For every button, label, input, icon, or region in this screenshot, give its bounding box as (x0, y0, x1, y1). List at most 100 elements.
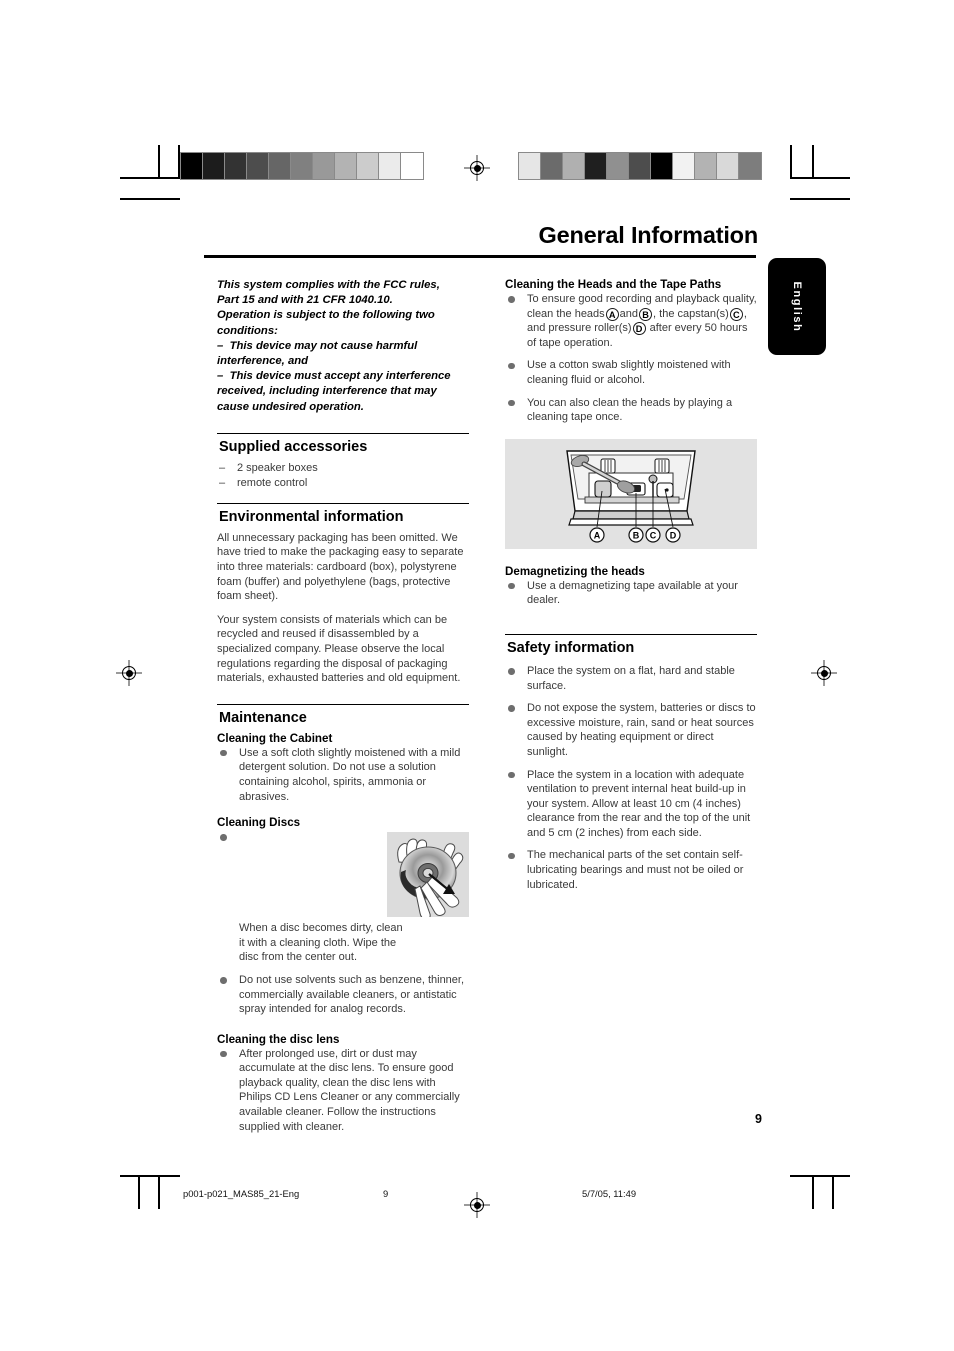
bullet-icon (220, 1050, 227, 1058)
bullet-icon (220, 749, 227, 757)
list-item: To ensure good recording and playback qu… (505, 292, 757, 350)
fcc-line-2: Part 15 and with 21 CFR 1040.10. (217, 294, 393, 307)
svg-text:B: B (633, 530, 640, 540)
cleaning-heads-list: To ensure good recording and playback qu… (505, 292, 757, 425)
label-d-icon: D (632, 322, 646, 336)
environmental-paragraph-1: All unnecessary packaging has been omitt… (217, 531, 464, 603)
calibration-bar-right (518, 152, 762, 180)
right-column: Cleaning the Heads and the Tape Paths To… (505, 278, 757, 904)
fcc-line-4: conditions: (217, 324, 278, 337)
calibration-swatch (563, 153, 585, 179)
language-tab-label: English (791, 281, 803, 332)
calibration-swatch (269, 153, 291, 179)
calibration-swatch (357, 153, 379, 179)
supplied-accessories-list: 2 speaker boxes remote control (217, 461, 469, 491)
list-item: Place the system on a flat, hard and sta… (505, 664, 757, 693)
list-item: When a disc becomes dirty, clean it with… (217, 830, 469, 965)
bullet-icon (508, 362, 515, 370)
safety-information-list: Place the system on a flat, hard and sta… (505, 664, 757, 892)
bullet-icon (220, 834, 227, 841)
bullet-icon (508, 705, 515, 712)
header-rule (204, 255, 756, 258)
svg-text:A: A (594, 530, 601, 540)
heading-cleaning-cabinet: Cleaning the Cabinet (217, 731, 333, 745)
calibration-swatch (607, 153, 629, 179)
heading-safety-information: Safety information (505, 633, 757, 656)
footer-filename: p001-p021_MAS85_21-Eng (183, 1188, 300, 1199)
heading-cleaning-discs: Cleaning Discs (217, 816, 301, 830)
fcc-line-3: Operation is subject to the following tw… (217, 309, 435, 322)
environmental-paragraph-2: Your system consists of materials which … (217, 613, 461, 685)
label-b-icon: B (639, 307, 653, 321)
registration-mark-left (116, 660, 142, 686)
calibration-swatch (739, 153, 761, 179)
label-a-icon: A (605, 307, 619, 321)
page-title: General Information (538, 222, 759, 248)
demagnetizing-list: Use a demagnetizing tape available at yo… (505, 579, 757, 608)
footer: p001-p021_MAS85_21-Eng 9 5/7/05, 11:49 (0, 1185, 954, 1215)
fcc-condition-1: This device may not cause harmful interf… (217, 339, 418, 368)
bullet-icon (508, 296, 515, 303)
heading-demagnetizing: Demagnetizing the heads (505, 564, 645, 578)
calibration-swatch (247, 153, 269, 179)
heading-supplied-accessories: Supplied accessories (217, 432, 469, 455)
calibration-swatch (717, 153, 739, 179)
bullet-icon (508, 771, 515, 779)
calibration-swatch (225, 153, 247, 179)
calibration-swatch (291, 153, 313, 179)
svg-text:C: C (650, 530, 657, 540)
heading-environmental-information: Environmental information (217, 502, 469, 525)
footer-timestamp: 5/7/05, 11:49 (582, 1188, 637, 1199)
bullet-icon (508, 582, 515, 590)
list-item: The mechanical parts of the set contain … (505, 848, 757, 892)
bullet-icon (508, 852, 515, 860)
list-item: You can also clean the heads by playing … (505, 396, 757, 425)
tape-deck-illustration: A B C D (505, 438, 757, 549)
language-tab-english: English (768, 258, 826, 355)
calibration-swatch (651, 153, 673, 179)
calibration-swatch (585, 153, 607, 179)
heading-cleaning-disc-lens: Cleaning the disc lens (217, 1032, 340, 1046)
fcc-dash-1: – (217, 339, 224, 352)
calibration-bar-left (180, 152, 424, 180)
calibration-swatch (313, 153, 335, 179)
list-item: Do not expose the system, batteries or d… (505, 701, 757, 759)
svg-text:D: D (670, 530, 677, 540)
calibration-swatch (203, 153, 225, 179)
list-item: Use a soft cloth slightly moistened with… (217, 746, 469, 804)
cleaning-discs-list: When a disc becomes dirty, clean it with… (217, 830, 469, 1017)
footer-page-marker: 9 (383, 1188, 389, 1199)
calibration-swatch (379, 153, 401, 179)
list-item: 2 speaker boxes (217, 461, 469, 476)
calibration-swatch (695, 153, 717, 179)
list-item: Place the system in a location with adeq… (505, 768, 757, 841)
list-item: After prolonged use, dirt or dust may ac… (217, 1047, 469, 1135)
calibration-swatch (401, 153, 423, 179)
calibration-swatch (181, 153, 203, 179)
fcc-dash-2: – (217, 370, 224, 383)
list-item: Do not use solvents such as benzene, thi… (217, 973, 469, 1017)
fcc-condition-2: This device must accept any interference… (217, 370, 451, 413)
heading-maintenance: Maintenance (217, 703, 469, 726)
fcc-notice: This system complies with the FCC rules,… (217, 278, 469, 415)
calibration-swatch (673, 153, 695, 179)
registration-mark-top (464, 155, 490, 181)
cleaning-cabinet-list: Use a soft cloth slightly moistened with… (217, 746, 469, 804)
calibration-swatch (629, 153, 651, 179)
list-item: Use a cotton swab slightly moistened wit… (505, 358, 757, 387)
bullet-icon (220, 977, 227, 984)
left-column: This system complies with the FCC rules,… (217, 278, 469, 1146)
heading-cleaning-heads: Cleaning the Heads and the Tape Paths (505, 278, 722, 291)
calibration-swatch (541, 153, 563, 179)
calibration-swatch (519, 153, 541, 179)
list-item: remote control (217, 476, 469, 491)
list-item: Use a demagnetizing tape available at yo… (505, 579, 757, 608)
fcc-line-1: This system complies with the FCC rules, (217, 279, 440, 291)
cleaning-disc-lens-list: After prolonged use, dirt or dust may ac… (217, 1047, 469, 1135)
registration-mark-right (811, 660, 837, 686)
label-c-icon: C (729, 307, 743, 321)
calibration-swatch (335, 153, 357, 179)
bullet-icon (508, 668, 515, 675)
bullet-icon (508, 399, 515, 407)
page-number: 9 (755, 1112, 762, 1126)
